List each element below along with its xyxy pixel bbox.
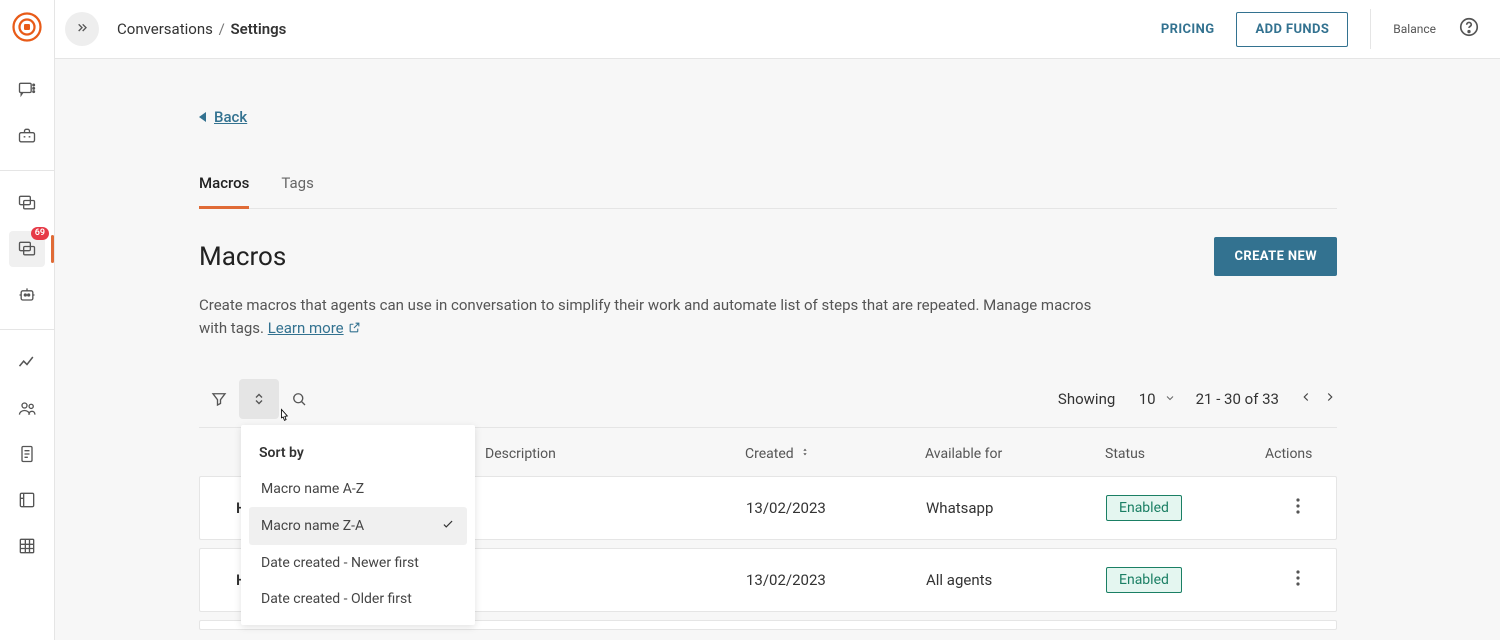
pricing-link[interactable]: PRICING [1161,22,1215,37]
row-created: 13/02/2023 [746,571,926,589]
col-status: Status [1105,446,1265,462]
check-icon [441,517,455,535]
page-title: Macros [199,242,286,272]
col-available: Available for [925,446,1105,462]
nav-report-icon[interactable] [9,482,45,518]
back-link[interactable]: Back [199,108,247,126]
main-area: Back Macros Tags Macros CREATE NEW Creat… [55,59,1500,640]
help-icon[interactable] [1458,16,1480,42]
nav-bot-icon[interactable] [9,277,45,313]
row-available: Whatsapp [926,499,1106,517]
nav-inbox-icon[interactable]: 69 [9,231,45,267]
back-label: Back [214,108,247,126]
sort-option[interactable]: Macro name Z-A [249,507,467,545]
nav-toolbox-icon[interactable] [9,118,45,154]
tabs: Macros Tags [199,174,1337,209]
nav-doc-icon[interactable] [9,436,45,472]
col-description: Description [485,446,745,462]
page-range: 21 - 30 of 33 [1196,390,1279,408]
breadcrumb: Conversations / Settings [117,20,286,38]
add-funds-button[interactable]: ADD FUNDS [1236,12,1348,47]
expand-sidebar-button[interactable] [65,12,99,46]
page-size-select[interactable]: 10 [1139,390,1176,408]
sort-option[interactable]: Macro name A-Z [249,471,467,507]
page-prev-button[interactable] [1299,390,1313,408]
tab-macros[interactable]: Macros [199,174,249,209]
col-actions: Actions [1265,446,1312,462]
create-new-button[interactable]: CREATE NEW [1214,237,1337,276]
nav-badge: 69 [31,227,49,240]
filter-button[interactable] [199,379,239,419]
caret-left-icon [199,112,206,122]
sort-option[interactable]: Date created - Newer first [249,545,467,581]
sort-heading: Sort by [249,433,467,471]
nav-chats-icon[interactable] [9,185,45,221]
chevron-down-icon [1164,390,1176,408]
status-badge: Enabled [1106,495,1182,521]
row-created: 13/02/2023 [746,499,926,517]
pointer-cursor-icon [274,407,294,431]
nav-analytics-icon[interactable] [9,344,45,380]
sort-dropdown: Sort by Macro name A-Z Macro name Z-A Da… [241,425,475,625]
status-badge: Enabled [1106,567,1182,593]
breadcrumb-main[interactable]: Conversations [117,20,213,38]
tab-tags[interactable]: Tags [281,174,313,209]
nav-grid-icon[interactable] [9,528,45,564]
balance-label: Balance [1393,22,1436,36]
row-actions-button[interactable] [1296,500,1300,518]
sort-option[interactable]: Date created - Older first [249,581,467,617]
list-toolbar: Showing 10 21 - 30 of 33 Sort by Macro n… [199,379,1337,428]
app-logo[interactable] [12,12,42,42]
breadcrumb-sub: Settings [231,20,287,38]
showing-label: Showing [1058,390,1115,408]
row-actions-button[interactable] [1296,572,1300,590]
left-rail: 69 [0,0,55,640]
rail-divider-2 [0,329,54,330]
col-created[interactable]: Created [745,446,925,462]
nav-comment-icon[interactable] [9,72,45,108]
row-available: All agents [926,571,1106,589]
external-link-icon [348,318,361,331]
page-description: Create macros that agents can use in con… [199,294,1099,341]
learn-more-link[interactable]: Learn more [268,319,361,337]
sort-indicator-icon [800,446,810,462]
page-next-button[interactable] [1323,390,1337,408]
nav-users-icon[interactable] [9,390,45,426]
sort-button[interactable] [239,379,279,419]
rail-divider [0,170,54,171]
top-header: Conversations / Settings PRICING ADD FUN… [55,0,1500,59]
